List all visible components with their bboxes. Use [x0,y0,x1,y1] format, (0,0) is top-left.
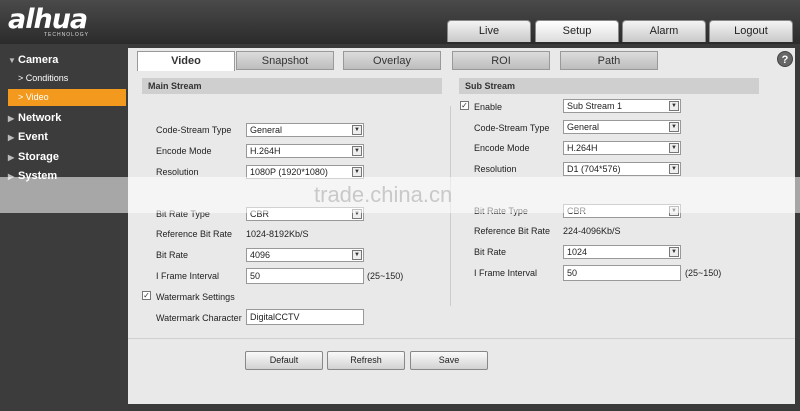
default-button[interactable]: Default [245,351,323,370]
sub-resolution-select[interactable]: D1 (704*576) ▼ [563,162,681,176]
refresh-button[interactable]: Refresh [327,351,405,370]
video-settings-panel: Video Snapshot Overlay ROI Path ? Main S… [128,48,795,404]
sub-i-frame-input[interactable]: 50 [563,265,681,281]
chevron-right-icon: ▶ [8,114,15,123]
brand-logo: alhua [8,4,88,35]
main-stream-header: Main Stream [142,78,442,94]
top-tab-logout[interactable]: Logout [709,20,793,42]
sidebar-item-label: Conditions [25,73,69,83]
select-value: 1080P (1920*1080) [250,167,328,177]
main-bit-rate-label: Bit Rate [156,250,189,260]
chevron-down-icon: ▼ [352,167,362,177]
checkmark-icon: ✓ [461,101,468,110]
chevron-down-icon: ▼ [669,143,679,153]
sidebar-item-video[interactable]: > Video [8,89,126,106]
sidebar-group-label: Event [18,131,48,143]
sidebar-item-conditions[interactable]: > Conditions [8,70,126,87]
save-button[interactable]: Save [410,351,488,370]
sub-enable-checkbox[interactable]: ✓ [460,101,469,110]
watermark-text: trade.china.cn [314,182,453,207]
select-value: General [250,125,283,135]
help-icon[interactable]: ? [777,51,793,67]
top-tab-alarm[interactable]: Alarm [622,20,706,42]
sidebar-group-storage[interactable]: ▶ Storage [8,151,59,163]
main-i-frame-input[interactable]: 50 [246,268,364,284]
chevron-down-icon: ▼ [352,146,362,156]
sidebar-group-camera[interactable]: ▼ Camera [8,54,58,66]
sub-reference-bit-rate-value: 224-4096Kb/S [563,226,621,236]
header-bar: alhua TECHNOLOGY Live Setup Alarm Logout [0,0,800,44]
chevron-down-icon: ▼ [669,122,679,132]
main-code-stream-type-select[interactable]: General ▼ [246,123,364,137]
sub-code-stream-type-label: Code-Stream Type [474,123,550,133]
tab-path[interactable]: Path [560,51,658,70]
chevron-right-icon: > [18,73,24,83]
main-resolution-label: Resolution [156,167,199,177]
sub-resolution-label: Resolution [474,164,517,174]
sub-i-frame-label: I Frame Interval [474,268,538,278]
main-i-frame-label: I Frame Interval [156,271,220,281]
main-i-frame-range: (25~150) [367,271,404,281]
watermark-settings-label: Watermark Settings [156,292,235,302]
sidebar-group-event[interactable]: ▶ Event [8,131,48,143]
sidebar-group-label: Network [18,112,62,124]
chevron-right-icon: ▶ [8,153,15,162]
sub-enable-select[interactable]: Sub Stream 1 ▼ [563,99,681,113]
sidebar-item-label: Video [25,92,49,102]
sidebar-group-label: Storage [18,151,59,163]
select-value: General [567,122,600,132]
brand-subtitle: TECHNOLOGY [44,32,90,38]
tab-snapshot[interactable]: Snapshot [236,51,334,70]
tab-roi[interactable]: ROI [452,51,550,70]
select-value: 1024 [567,247,588,257]
select-value: 4096 [250,250,271,260]
main-reference-bit-rate-value: 1024-8192Kb/S [246,229,309,239]
chevron-down-icon: ▼ [352,125,362,135]
select-value: H.264H [567,143,598,153]
main-code-stream-type-label: Code-Stream Type [156,125,232,135]
main-reference-bit-rate-label: Reference Bit Rate [156,229,233,239]
tab-video[interactable]: Video [137,51,235,71]
chevron-down-icon: ▼ [8,56,16,65]
sub-stream-header: Sub Stream [459,78,759,94]
footer-divider [128,338,795,339]
sub-encode-mode-label: Encode Mode [474,143,530,153]
select-value: D1 (704*576) [567,164,621,174]
sidebar: ▼ Camera > Conditions > Video ▶ Network ▶ E… [0,44,128,411]
sub-reference-bit-rate-label: Reference Bit Rate [474,226,551,236]
top-tab-setup[interactable]: Setup [535,20,619,42]
chevron-right-icon: ▶ [8,133,15,142]
select-value: Sub Stream 1 [567,101,623,111]
sub-code-stream-type-select[interactable]: General ▼ [563,120,681,134]
main-encode-mode-select[interactable]: H.264H ▼ [246,144,364,158]
checkmark-icon: ✓ [143,291,150,300]
top-tab-live[interactable]: Live [447,20,531,42]
sub-enable-label: Enable [474,102,503,112]
select-value: H.264H [250,146,281,156]
sub-bit-rate-label: Bit Rate [474,247,507,257]
chevron-down-icon: ▼ [669,247,679,257]
main-encode-mode-label: Encode Mode [156,146,212,156]
sub-bit-rate-select[interactable]: 1024 ▼ [563,245,681,259]
sidebar-group-network[interactable]: ▶ Network [8,112,61,124]
watermark-settings-checkbox[interactable]: ✓ [142,291,151,300]
chevron-right-icon: > [18,92,24,102]
sidebar-group-label: Camera [18,54,59,66]
watermark-character-input[interactable]: DigitalCCTV [246,309,364,325]
tab-overlay[interactable]: Overlay [343,51,441,70]
chevron-down-icon: ▼ [669,164,679,174]
sub-i-frame-range: (25~150) [685,268,722,278]
watermark-character-label: Watermark Character [156,313,242,323]
main-bit-rate-select[interactable]: 4096 ▼ [246,248,364,262]
sub-encode-mode-select[interactable]: H.264H ▼ [563,141,681,155]
chevron-down-icon: ▼ [669,101,679,111]
chevron-down-icon: ▼ [352,250,362,260]
